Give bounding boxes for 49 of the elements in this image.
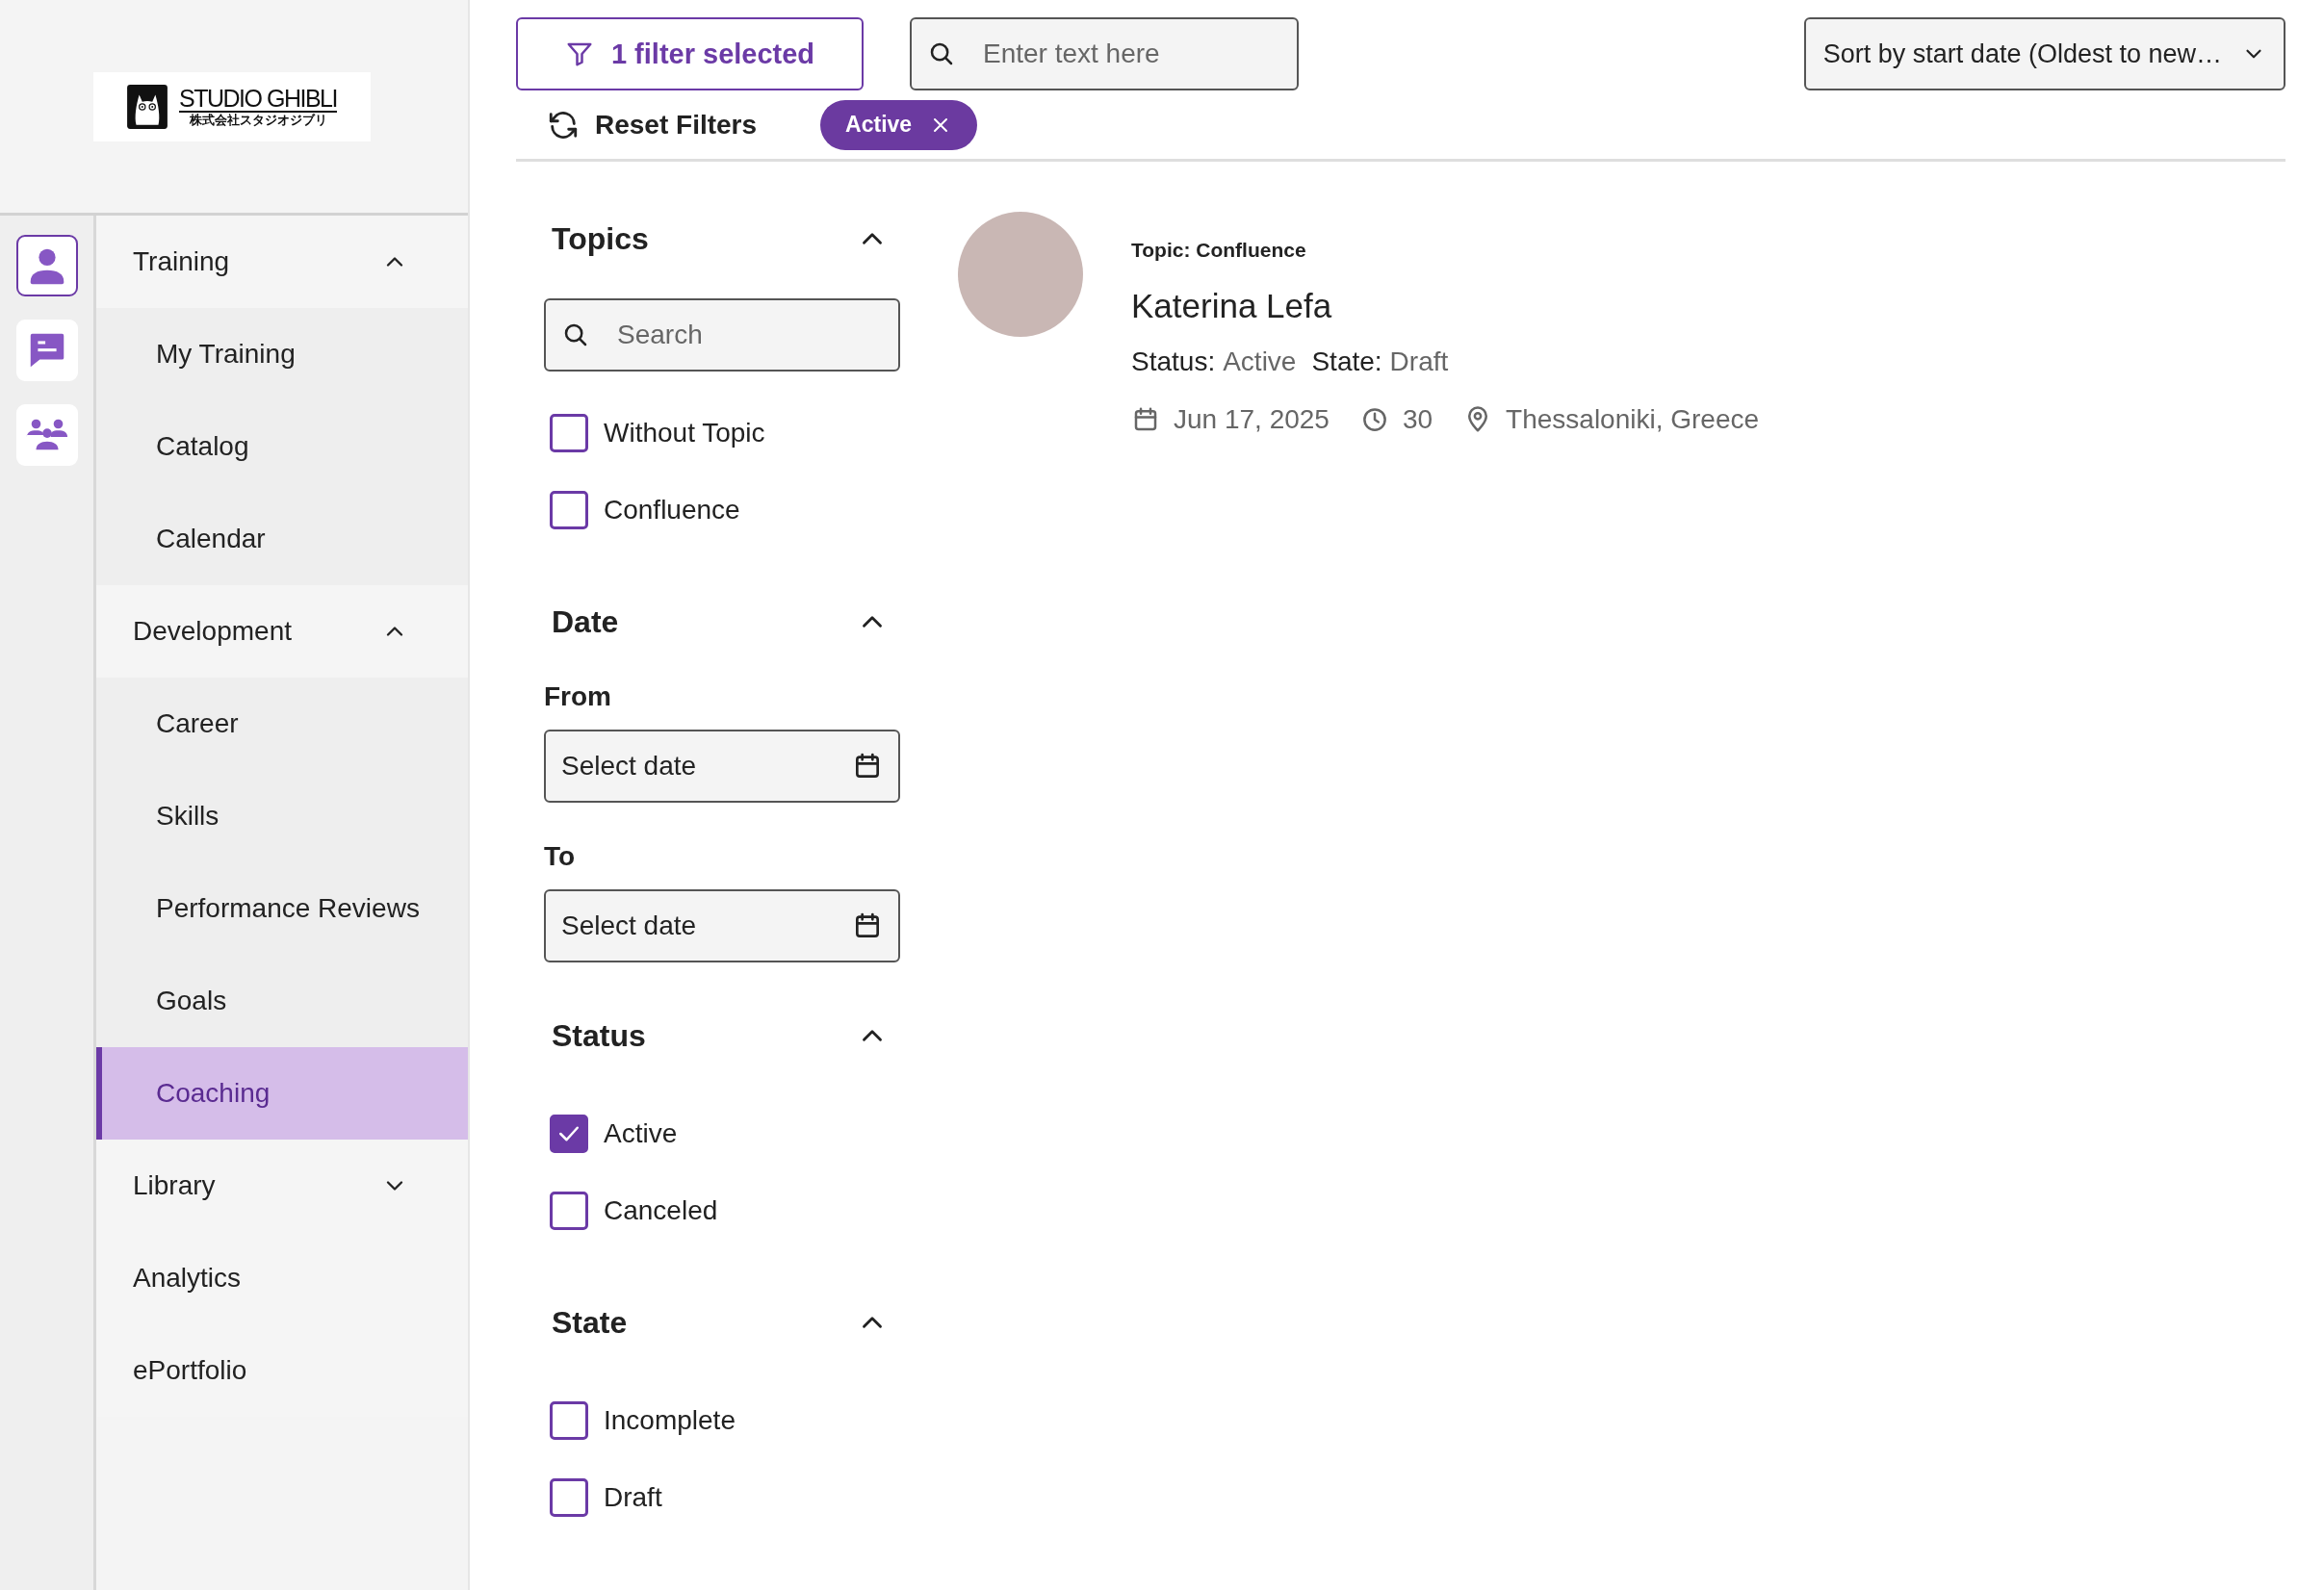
checkbox[interactable]	[550, 491, 588, 529]
nav-item[interactable]: Calendar	[96, 493, 468, 585]
search-field[interactable]: Search	[544, 298, 900, 372]
status-value: Active	[1223, 346, 1297, 377]
section-title: Status	[552, 1017, 646, 1054]
date-field[interactable]: Select date	[544, 730, 900, 803]
coach-name[interactable]: Katerina Lefa	[1131, 287, 1791, 325]
field-label: From	[544, 681, 612, 712]
checkbox-label: Without Topic	[604, 418, 765, 449]
checkbox[interactable]	[550, 1401, 588, 1440]
checkbox[interactable]	[550, 414, 588, 452]
reset-filters-button[interactable]: Reset Filters	[547, 108, 758, 141]
nav-item[interactable]: Performance Reviews	[96, 862, 468, 955]
filter-chip[interactable]: Active	[820, 99, 978, 150]
nav-item[interactable]: My Training	[96, 308, 468, 400]
date-field[interactable]: Select date	[544, 889, 900, 962]
state-label: State:	[1311, 346, 1382, 377]
logo-title: STUDIO GHIBLI	[179, 85, 337, 113]
section-title: Topics	[552, 220, 649, 257]
section-title: Date	[552, 603, 619, 640]
location-text: Thessaloniki, Greece	[1506, 404, 1760, 435]
filter-button[interactable]: 1 filter selected	[516, 17, 864, 90]
nav-item[interactable]: Coaching	[96, 1047, 468, 1140]
checkbox-label: Confluence	[604, 495, 740, 526]
totoro-icon	[127, 84, 168, 129]
search-field[interactable]: Enter text here	[910, 17, 1299, 90]
status-label: Status:	[1131, 346, 1216, 377]
nav-item[interactable]: Goals	[96, 955, 468, 1047]
checkbox-label: Canceled	[604, 1195, 718, 1226]
sort-dropdown[interactable]: Sort by start date (Oldest to new…	[1803, 17, 2285, 90]
checkbox-label: Draft	[604, 1482, 662, 1513]
checkbox[interactable]	[550, 1192, 588, 1230]
date-text: Jun 17, 2025	[1174, 404, 1330, 435]
group-button[interactable]	[15, 404, 78, 466]
checkbox-label: Active	[604, 1118, 678, 1149]
checkbox-label: Incomplete	[604, 1405, 736, 1436]
checkbox[interactable]	[550, 1478, 588, 1517]
state-value: Draft	[1389, 346, 1449, 377]
nav-item[interactable]: Skills	[96, 770, 468, 862]
person-button[interactable]	[15, 235, 78, 296]
chat-button[interactable]	[15, 320, 78, 381]
field-label: To	[544, 841, 577, 872]
section-title: State	[552, 1304, 628, 1341]
logo-subtitle: 株式会社スタジオジブリ	[189, 112, 327, 128]
nav-item[interactable]: Catalog	[96, 400, 468, 493]
checkbox[interactable]	[550, 1115, 588, 1153]
topic-label: Topic: Confluence	[1131, 239, 1307, 262]
duration-text: 30	[1402, 404, 1433, 435]
nav-item[interactable]: Career	[96, 678, 468, 770]
